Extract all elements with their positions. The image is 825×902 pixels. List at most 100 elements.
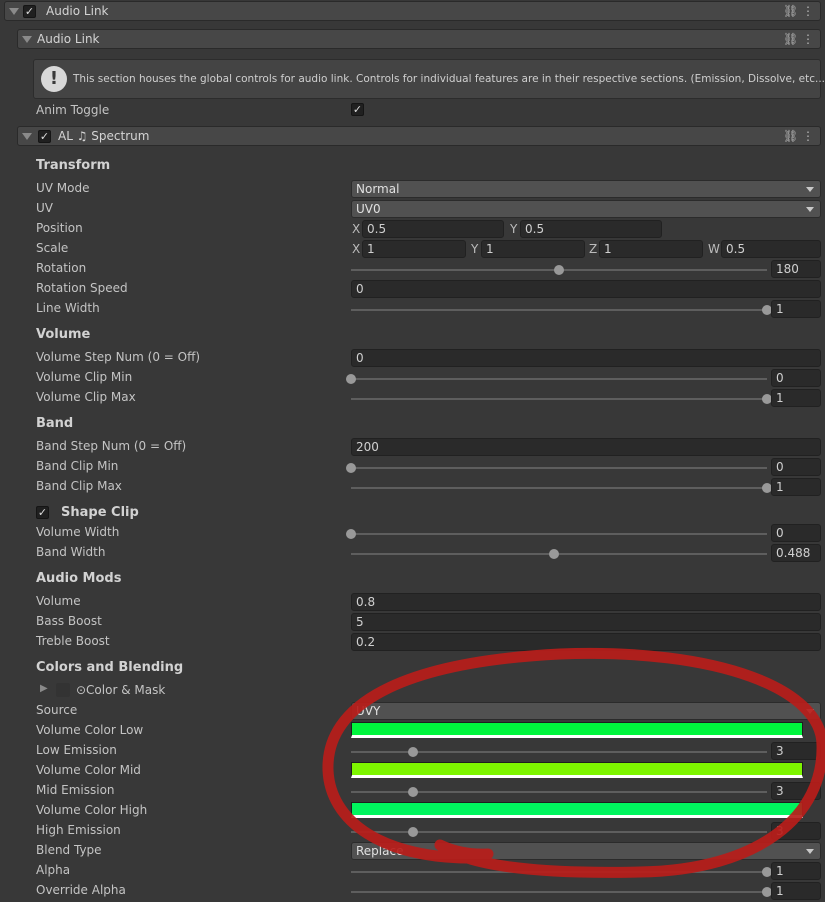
header-title: Audio Link: [37, 32, 100, 46]
override-alpha-label: Override Alpha: [36, 883, 126, 897]
foldout-arrow-icon[interactable]: [22, 36, 32, 43]
al-spectrum-enable-checkbox[interactable]: ✓: [38, 130, 51, 143]
band-width-slider-track[interactable]: [351, 553, 767, 555]
blend-type-value: Replace: [356, 844, 404, 858]
treble-boost-field[interactable]: 0.2: [351, 633, 821, 651]
source-dropdown[interactable]: UVY: [351, 702, 821, 720]
position-x-label: X: [352, 222, 361, 236]
header-audio-link-outer[interactable]: ✓ Audio Link ⛓ ⋮: [4, 1, 821, 21]
foldout-arrow-icon[interactable]: ▶: [40, 683, 48, 694]
mid-emission-slider-thumb[interactable]: [408, 787, 419, 797]
volume-label: Volume: [36, 594, 81, 608]
audio-link-enable-checkbox[interactable]: ✓: [23, 5, 36, 18]
mid-emission-label: Mid Emission: [36, 783, 115, 797]
kebab-menu-icon[interactable]: ⋮: [802, 129, 814, 143]
line-width-field[interactable]: 1: [771, 300, 821, 318]
color-mask-label[interactable]: ⊙Color & Mask: [76, 680, 165, 700]
volume-clip-min-field[interactable]: 0: [771, 369, 821, 387]
low-emission-slider-thumb[interactable]: [408, 747, 419, 757]
anim-toggle-label: Anim Toggle: [36, 103, 110, 117]
volume-field[interactable]: 0.8: [351, 593, 821, 611]
volume-color-low-label: Volume Color Low: [36, 723, 144, 737]
volume-color-high-swatch[interactable]: [351, 802, 803, 818]
alpha-slider-track[interactable]: [351, 871, 767, 873]
line-width-slider-track[interactable]: [351, 309, 767, 311]
rotation-speed-field[interactable]: 0: [351, 280, 821, 298]
source-value: UVY: [356, 704, 381, 718]
alpha-label: Alpha: [36, 863, 71, 877]
bass-boost-field[interactable]: 5: [351, 613, 821, 631]
info-icon: !: [41, 66, 67, 92]
header-audio-link-inner[interactable]: Audio Link ⛓ ⋮: [17, 29, 821, 49]
rotation-slider-thumb[interactable]: [554, 265, 564, 275]
band-clip-max-slider-track[interactable]: [351, 487, 767, 489]
volume-width-field[interactable]: 0: [771, 524, 821, 542]
volume-width-slider-track[interactable]: [351, 533, 767, 535]
link-icon[interactable]: ⛓: [783, 4, 798, 18]
foldout-arrow-icon[interactable]: [9, 8, 19, 15]
uv-mode-dropdown[interactable]: Normal: [351, 180, 821, 198]
volume-color-mid-label: Volume Color Mid: [36, 763, 141, 777]
position-label: Position: [36, 221, 83, 235]
high-emission-field[interactable]: 3: [771, 822, 821, 840]
header-title: Audio Link: [46, 4, 109, 18]
volume-width-slider-thumb[interactable]: [346, 529, 356, 539]
band-width-field[interactable]: 0.488: [771, 544, 821, 562]
foldout-arrow-icon[interactable]: [22, 133, 32, 140]
low-emission-field[interactable]: 3: [771, 742, 821, 760]
shape-clip-checkbox[interactable]: ✓: [36, 506, 49, 519]
uv-dropdown[interactable]: UV0: [351, 200, 821, 218]
link-icon[interactable]: ⛓: [783, 32, 798, 46]
kebab-menu-icon[interactable]: ⋮: [802, 4, 814, 18]
band-width-slider-thumb[interactable]: [549, 549, 559, 559]
rotation-field[interactable]: 180: [771, 260, 821, 278]
volume-step-label: Volume Step Num (0 = Off): [36, 350, 201, 364]
scale-w-field[interactable]: 0.5: [721, 240, 821, 258]
band-clip-min-label: Band Clip Min: [36, 459, 119, 473]
uv-label: UV: [36, 201, 53, 215]
volume-clip-min-label: Volume Clip Min: [36, 370, 133, 384]
mid-emission-field[interactable]: 3: [771, 782, 821, 800]
scale-z-field[interactable]: 1: [599, 240, 703, 258]
volume-color-mid-swatch[interactable]: [351, 762, 803, 778]
scale-y-field[interactable]: 1: [481, 240, 585, 258]
link-icon[interactable]: ⛓: [783, 129, 798, 143]
alpha-field[interactable]: 1: [771, 862, 821, 880]
header-title: AL ♫ Spectrum: [58, 129, 150, 143]
volume-width-label: Volume Width: [36, 525, 120, 539]
band-clip-max-field[interactable]: 1: [771, 478, 821, 496]
override-alpha-slider-track[interactable]: [351, 891, 767, 893]
volume-step-field[interactable]: 0: [351, 349, 821, 367]
volume-color-low-swatch[interactable]: [351, 722, 803, 738]
dropdown-arrow-icon: [806, 207, 814, 212]
anim-toggle-checkbox[interactable]: ✓: [351, 103, 364, 116]
volume-clip-max-slider-track[interactable]: [351, 398, 767, 400]
band-clip-min-field[interactable]: 0: [771, 458, 821, 476]
volume-clip-max-field[interactable]: 1: [771, 389, 821, 407]
color-mask-toggle-box[interactable]: [56, 683, 70, 697]
volume-clip-min-slider-track[interactable]: [351, 378, 767, 380]
uv-mode-value: Normal: [356, 182, 400, 196]
treble-boost-label: Treble Boost: [36, 634, 110, 648]
blend-type-dropdown[interactable]: Replace: [351, 842, 821, 860]
header-al-spectrum[interactable]: ✓ AL ♫ Spectrum ⛓ ⋮: [17, 126, 821, 146]
line-width-label: Line Width: [36, 301, 100, 315]
high-emission-slider-thumb[interactable]: [408, 827, 419, 837]
override-alpha-field[interactable]: 1: [771, 882, 821, 900]
position-y-field[interactable]: 0.5: [520, 220, 662, 238]
scale-label: Scale: [36, 241, 69, 255]
section-audio-mods: Audio Mods: [36, 571, 122, 586]
kebab-menu-icon[interactable]: ⋮: [802, 32, 814, 46]
band-clip-min-slider-thumb[interactable]: [346, 463, 356, 473]
rotation-speed-label: Rotation Speed: [36, 281, 128, 295]
section-band: Band: [36, 416, 74, 431]
band-step-field[interactable]: 200: [351, 438, 821, 456]
bass-boost-label: Bass Boost: [36, 614, 102, 628]
volume-clip-max-label: Volume Clip Max: [36, 390, 136, 404]
info-box: ! This section houses the global control…: [33, 59, 825, 99]
volume-clip-min-slider-thumb[interactable]: [346, 374, 356, 384]
position-x-field[interactable]: 0.5: [362, 220, 504, 238]
band-clip-min-slider-track[interactable]: [351, 467, 767, 469]
section-colors-blending: Colors and Blending: [36, 660, 184, 675]
scale-x-field[interactable]: 1: [362, 240, 466, 258]
